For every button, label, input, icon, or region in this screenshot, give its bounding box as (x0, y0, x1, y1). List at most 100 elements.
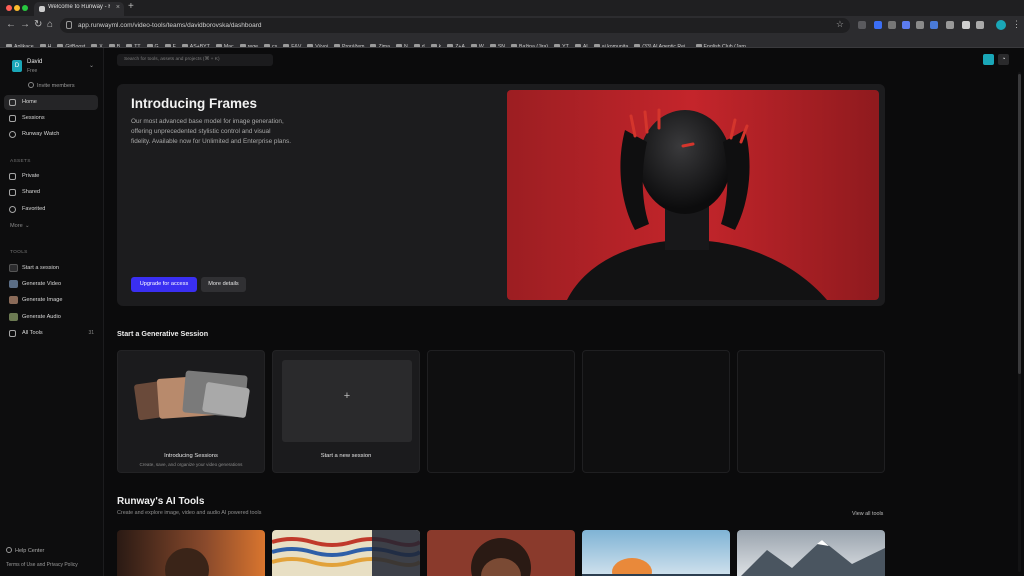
tool-card-mountains[interactable] (737, 530, 885, 576)
tool-card-portrait[interactable] (427, 530, 575, 576)
browser-tab[interactable]: Welcome to Runway - Runw... × (34, 2, 124, 16)
sidebar-item-private[interactable]: Private (4, 169, 98, 184)
bookmark-item[interactable]: W (470, 41, 484, 47)
scrollbar-thumb[interactable] (1018, 74, 1021, 374)
card-subtitle: Create, save, and organize your video ge… (139, 462, 243, 467)
extension-icon[interactable] (962, 21, 970, 29)
bookmark-item[interactable]: Z+A (447, 41, 465, 47)
sidebar-item-label: Home (22, 99, 37, 105)
bookmark-item[interactable]: Prorážem (333, 41, 364, 47)
bookmark-item[interactable]: (33) AI Agentic Rej... (634, 41, 690, 47)
url-bar[interactable]: app.runwayml.com/video-tools/teams/david… (60, 18, 850, 33)
sidebar-item-label: Generate Video (22, 281, 62, 287)
extension-icon[interactable] (874, 21, 882, 29)
tool-card-landscape[interactable] (582, 530, 730, 576)
bookmark-item[interactable]: ai komunita (593, 41, 628, 47)
sidebar-item-sessions[interactable]: Sessions (4, 111, 98, 126)
tool-thumbnail (272, 530, 420, 576)
bookmark-item[interactable]: B (108, 41, 120, 47)
extension-icon[interactable] (930, 21, 938, 29)
ai-tools-subtitle: Create and explore image, video and audi… (117, 510, 262, 516)
bookmark-item[interactable]: rege (239, 41, 258, 47)
extension-icon[interactable] (858, 21, 866, 29)
bookmark-item[interactable]: X (91, 41, 103, 47)
lock-icon[interactable] (66, 21, 72, 29)
bookmark-item[interactable]: AS+BYT (181, 41, 210, 47)
sidebar-item-home[interactable]: Home (4, 95, 98, 110)
extension-icon[interactable] (888, 21, 896, 29)
bookmark-item[interactable]: Aplikace (6, 41, 34, 47)
sidebar-item-generate-video[interactable]: Generate Video (4, 277, 98, 292)
workspace-switcher[interactable]: D David Free ⌄ (6, 56, 98, 78)
terms-privacy-link[interactable]: Terms of Use and Privacy Policy (6, 562, 78, 568)
view-all-tools-link[interactable]: View all tools (852, 511, 883, 517)
sessions-section-title: Start a Generative Session (117, 329, 209, 338)
user-avatar-button[interactable] (983, 54, 994, 65)
more-details-button[interactable]: More details (201, 277, 246, 292)
sidebar-item-runway-watch[interactable]: Runway Watch (4, 127, 98, 142)
minimize-window-icon[interactable] (14, 5, 20, 11)
sidebar-item-shared[interactable]: Shared (4, 185, 98, 200)
tool-card-image[interactable] (272, 530, 420, 576)
ai-tools-title: Runway's AI Tools (117, 496, 205, 507)
bookmark-item[interactable]: cs (264, 41, 277, 47)
bookmark-item[interactable]: F (164, 41, 176, 47)
hero-portrait-illustration (507, 90, 879, 300)
bookmark-item[interactable]: YT (554, 41, 569, 47)
bookmark-item[interactable]: H (39, 41, 51, 47)
bookmark-item[interactable]: AI (574, 41, 588, 47)
bookmark-item[interactable]: TT (126, 41, 141, 47)
extensions-puzzle-icon[interactable] (976, 21, 984, 29)
bookmark-item[interactable]: N (396, 41, 408, 47)
bookmark-item[interactable]: G (146, 41, 159, 47)
empty-session-slot (582, 350, 730, 473)
bookmark-item[interactable]: English Club (Jarn... (695, 41, 750, 47)
extension-icon[interactable] (916, 21, 924, 29)
invite-members-button[interactable]: Invite members (28, 82, 75, 89)
reload-icon[interactable]: ↻ (34, 19, 42, 30)
sidebar: D David Free ⌄ Invite members Home Sessi… (0, 48, 104, 576)
plus-icon: + (343, 390, 351, 402)
start-new-session-card[interactable]: + Start a new session (272, 350, 420, 473)
upgrade-for-access-button[interactable]: Upgrade for access (131, 277, 197, 292)
plus-icon (9, 264, 18, 272)
bookmark-item[interactable]: d (413, 41, 425, 47)
sidebar-item-favorited[interactable]: Favorited (4, 202, 98, 217)
bookmark-item[interactable]: Vývoj (307, 41, 328, 47)
runway-favicon-icon (39, 6, 45, 12)
extension-icon[interactable] (946, 21, 954, 29)
sidebar-item-start-session[interactable]: Start a session (4, 261, 98, 276)
chevron-down-icon: ⌄ (88, 63, 94, 69)
empty-session-slot (427, 350, 575, 473)
bookmark-item[interactable]: GitBoost (57, 41, 85, 47)
sidebar-item-generate-image[interactable]: Generate Image (4, 293, 98, 308)
profile-avatar-icon[interactable] (996, 20, 1006, 30)
sidebar-item-all-tools[interactable]: All Tools 31 (4, 326, 98, 341)
bookmark-item[interactable]: Zima (370, 41, 390, 47)
forward-icon[interactable]: → (20, 19, 30, 30)
home-icon[interactable]: ⌂ (47, 19, 53, 30)
introducing-sessions-card[interactable]: Introducing Sessions Create, save, and o… (117, 350, 265, 473)
new-tab-icon[interactable]: + (128, 1, 134, 12)
close-window-icon[interactable] (6, 5, 12, 11)
bookmark-item[interactable]: SN (489, 41, 505, 47)
back-icon[interactable]: ← (6, 19, 16, 30)
sidebar-item-label: Private (22, 173, 40, 179)
bookmark-item[interactable]: k (430, 41, 441, 47)
sidebar-item-more[interactable]: More ⌄ (4, 219, 98, 234)
bookmark-item[interactable]: F&V (283, 41, 301, 47)
sidebar-item-generate-audio[interactable]: Generate Audio (4, 310, 98, 325)
bookmark-item[interactable]: Bažina (Jira) (511, 41, 548, 47)
tab-close-icon[interactable]: × (116, 4, 120, 11)
search-input[interactable]: Search for tools, assets and projects (⌘… (117, 54, 273, 66)
notifications-icon[interactable]: ◔ (998, 54, 1009, 65)
browser-menu-icon[interactable]: ⋮ (1012, 19, 1021, 30)
extension-icon[interactable] (902, 21, 910, 29)
maximize-window-icon[interactable] (22, 5, 28, 11)
help-center-link[interactable]: Help Center (6, 547, 44, 554)
url-text[interactable]: app.runwayml.com/video-tools/teams/david… (78, 22, 262, 29)
bookmark-item[interactable]: Mac (215, 41, 234, 47)
bookmark-star-icon[interactable]: ☆ (836, 19, 844, 30)
help-label: Help Center (15, 548, 45, 554)
tool-card-video[interactable] (117, 530, 265, 576)
